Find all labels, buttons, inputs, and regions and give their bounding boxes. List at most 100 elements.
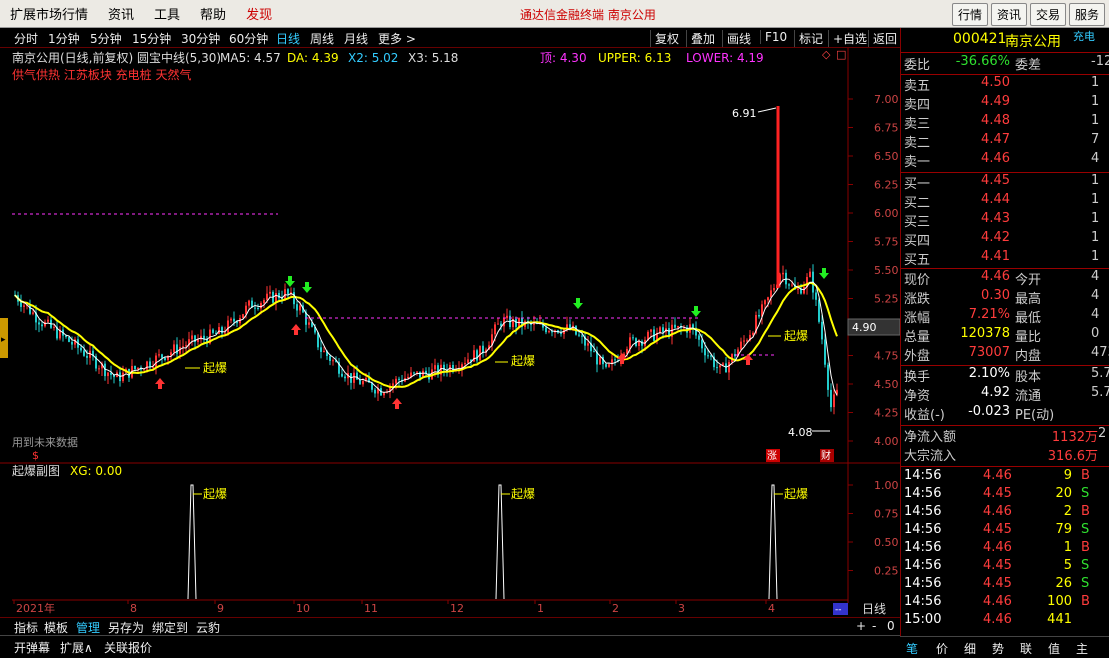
kline-chart-area[interactable]: 南京公用(日线,前复权) 圆宝中线(5,30) MA5: 4.57 DA: 4.… bbox=[0, 48, 900, 618]
candle-body bbox=[614, 359, 616, 361]
tab-main[interactable]: 主 bbox=[1076, 640, 1088, 657]
tick-volume: 79 bbox=[1055, 522, 1072, 537]
menu-item-news[interactable]: 资讯 bbox=[98, 4, 144, 23]
time-tick: 10 bbox=[296, 602, 310, 615]
candle-body bbox=[821, 321, 823, 340]
service-button[interactable]: 服务 bbox=[1068, 3, 1105, 26]
limit-up-mark: 涨 bbox=[767, 450, 777, 462]
row-label-2: 最高 bbox=[1015, 292, 1042, 307]
candle-body bbox=[293, 292, 295, 305]
candle-body bbox=[824, 339, 826, 365]
period-more[interactable]: 更多 > bbox=[378, 30, 416, 47]
period-15min[interactable]: 15分钟 bbox=[132, 30, 171, 47]
quote-panel: 000421 南京公用 充电 委比 -36.66% 委差 -12 卖五 4.50 1… bbox=[900, 28, 1109, 638]
zoom-reset-button[interactable]: 0 bbox=[887, 619, 895, 633]
candle-body bbox=[770, 290, 772, 298]
tick-direction: B bbox=[1081, 540, 1090, 555]
period-weekly[interactable]: 周线 bbox=[310, 30, 334, 47]
zoom-out-button[interactable]: - bbox=[872, 619, 876, 633]
row-label: 外盘 bbox=[904, 349, 931, 364]
tab-template[interactable]: 模板 bbox=[44, 619, 68, 636]
row-value: 4.46 bbox=[981, 269, 1010, 284]
danmaku-toggle[interactable]: 开弹幕 bbox=[14, 639, 50, 656]
tab-trades[interactable]: 笔 bbox=[906, 640, 918, 657]
trade-button[interactable]: 交易 bbox=[1029, 3, 1066, 26]
scroll-end-icon[interactable]: -- bbox=[835, 605, 842, 615]
flow-row: 净流入额 1132万 2 bbox=[901, 426, 1109, 445]
period-1min[interactable]: 1分钟 bbox=[48, 30, 80, 47]
candle-body bbox=[758, 314, 760, 317]
period-intraday[interactable]: 分时 bbox=[14, 30, 38, 47]
menu-item-market[interactable]: 扩展市场行情 bbox=[0, 4, 98, 23]
row-value-2: 1 bbox=[1091, 249, 1100, 264]
period-daily[interactable]: 日线 bbox=[276, 30, 300, 47]
stock-name: 南京公用 bbox=[1005, 34, 1061, 50]
expand-panel-icon[interactable]: ▸ bbox=[1, 335, 6, 345]
overlay-button[interactable]: 叠加 bbox=[686, 30, 715, 47]
row-label: 买四 bbox=[904, 234, 931, 249]
back-button[interactable]: 返回 bbox=[868, 30, 897, 47]
expand-toggle[interactable]: 扩展∧ bbox=[60, 639, 93, 656]
dollar-mark: $ bbox=[32, 449, 39, 462]
stock-code: 000421 bbox=[953, 31, 1007, 47]
row-value-2: 4 bbox=[1091, 288, 1100, 303]
candle-body bbox=[353, 372, 355, 383]
tab-value[interactable]: 值 bbox=[1048, 640, 1060, 657]
period-5min[interactable]: 5分钟 bbox=[90, 30, 122, 47]
menu-item-tools[interactable]: 工具 bbox=[144, 4, 190, 23]
bid-row: 买一 4.45 1 bbox=[901, 173, 1109, 192]
adjust-button[interactable]: 复权 bbox=[650, 30, 679, 47]
zoom-in-button[interactable]: + bbox=[856, 619, 866, 633]
candle-body bbox=[185, 345, 187, 347]
price-tick: 5.25 bbox=[874, 293, 899, 306]
linked-quote-button[interactable]: 关联报价 bbox=[104, 639, 152, 656]
mark-button[interactable]: 标记 bbox=[794, 30, 823, 47]
finance-mark: 财 bbox=[821, 449, 831, 462]
candle-body bbox=[155, 355, 157, 367]
tab-cloud[interactable]: 云豹 bbox=[196, 619, 220, 636]
row-value: 4.48 bbox=[981, 113, 1010, 128]
row-label-2: 量比 bbox=[1015, 330, 1042, 345]
menu-item-discover[interactable]: 发现 bbox=[236, 4, 282, 23]
row-value: 4.45 bbox=[981, 173, 1010, 188]
tab-bind-to[interactable]: 绑定到 bbox=[152, 619, 188, 636]
period-60min[interactable]: 60分钟 bbox=[229, 30, 268, 47]
candle-body bbox=[827, 364, 829, 390]
tab-price[interactable]: 价 bbox=[936, 640, 948, 657]
candle-body bbox=[332, 360, 334, 362]
add-watchlist-button[interactable]: +自选 bbox=[828, 30, 867, 47]
row-value: 2.10% bbox=[968, 366, 1010, 381]
indicator-tab-bar: 指标 模板 管理 另存为 绑定到 云豹 + - 0 bbox=[0, 617, 900, 635]
period-monthly[interactable]: 月线 bbox=[344, 30, 368, 47]
tick-price: 4.46 bbox=[983, 612, 1012, 627]
candle-body bbox=[149, 361, 151, 368]
candle-body bbox=[86, 355, 88, 358]
tab-manage[interactable]: 管理 bbox=[76, 619, 100, 636]
candle-body bbox=[107, 372, 109, 377]
row-label: 卖五 bbox=[904, 79, 931, 94]
row-value: 1132万 bbox=[1051, 430, 1098, 445]
tab-trend[interactable]: 势 bbox=[992, 640, 1004, 657]
tick-price: 4.46 bbox=[983, 594, 1012, 609]
menu-item-help[interactable]: 帮助 bbox=[190, 4, 236, 23]
news-button[interactable]: 资讯 bbox=[990, 3, 1027, 26]
row-value-2: 1 bbox=[1091, 173, 1100, 188]
tab-linked[interactable]: 联 bbox=[1020, 640, 1032, 657]
candle-body bbox=[773, 288, 775, 291]
tab-save-as[interactable]: 另存为 bbox=[108, 619, 144, 636]
tick-row: 14:56 4.46 100 B bbox=[901, 594, 1109, 613]
draw-button[interactable]: 画线 bbox=[722, 30, 751, 47]
row-label-2: 流通 bbox=[1015, 389, 1042, 404]
tick-volume: 26 bbox=[1055, 576, 1072, 591]
row-label: 买二 bbox=[904, 196, 931, 211]
row-label: 净资 bbox=[904, 389, 931, 404]
tab-indicator[interactable]: 指标 bbox=[14, 619, 38, 636]
candle-body bbox=[80, 347, 82, 351]
candle-body bbox=[41, 324, 43, 327]
tab-detail[interactable]: 细 bbox=[964, 640, 976, 657]
row-value: 4.41 bbox=[981, 249, 1010, 264]
row-label: 换手 bbox=[904, 370, 931, 385]
period-30min[interactable]: 30分钟 bbox=[181, 30, 220, 47]
quote-button[interactable]: 行情 bbox=[951, 3, 988, 26]
f10-button[interactable]: F10 bbox=[760, 30, 787, 44]
